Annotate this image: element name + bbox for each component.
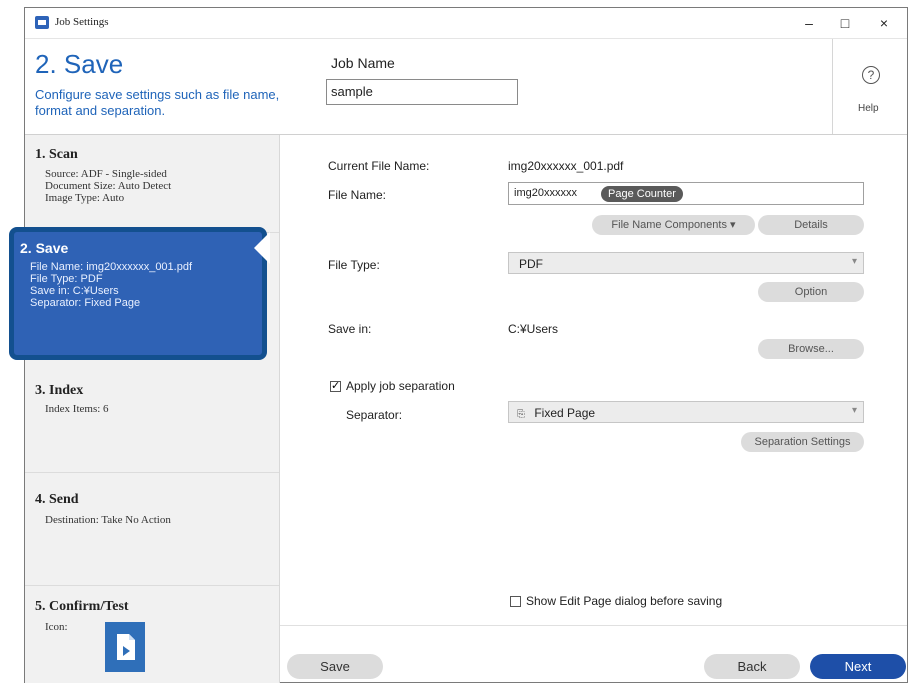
sidebar-item-detail: Separator: Fixed Page <box>30 297 141 309</box>
show-edit-page-checkbox[interactable] <box>510 596 521 607</box>
apply-job-separation-checkbox[interactable]: ✓ <box>330 381 341 392</box>
back-button[interactable]: Back <box>704 654 800 679</box>
checkmark-icon: ✓ <box>331 380 341 392</box>
sidebar-item-send[interactable]: 4. Send Destination: Take No Action <box>25 474 279 586</box>
save-in-label: Save in: <box>328 322 372 336</box>
separator-label: Separator: <box>346 408 403 422</box>
help-label[interactable]: Help <box>858 103 879 114</box>
sidebar-item-scan[interactable]: 1. Scan Source: ADF - Single-sided Docum… <box>25 135 279 233</box>
sidebar-item-confirm-test[interactable]: 5. Confirm/Test Icon: <box>25 587 279 683</box>
page-counter-token[interactable]: Page Counter <box>601 186 683 202</box>
sidebar-item-detail: Index Items: 6 <box>45 403 109 415</box>
sidebar-item-title: 3. Index <box>35 383 84 398</box>
sidebar-item-detail: File Name: img20xxxxxx_001.pdf <box>30 261 193 273</box>
file-type-value: PDF <box>519 257 543 271</box>
window-title: Job Settings <box>55 16 109 28</box>
browse-button[interactable]: Browse... <box>758 339 864 359</box>
separation-settings-button[interactable]: Separation Settings <box>741 432 864 452</box>
step-title: 2. Save <box>35 49 124 79</box>
option-button[interactable]: Option <box>758 282 864 302</box>
job-settings-window: Job Settings – □ × 2. Save Configure sav… <box>9 7 908 683</box>
job-name-label: Job Name <box>331 55 395 71</box>
active-step-notch <box>254 232 270 264</box>
chevron-down-icon: ▾ <box>851 256 857 267</box>
details-button[interactable]: Details <box>758 215 864 235</box>
file-type-label: File Type: <box>328 258 380 272</box>
chevron-down-icon: ▾ <box>851 405 857 416</box>
file-name-input[interactable]: img20xxxxxx Page Counter <box>508 182 864 205</box>
sidebar-item-detail: Save in: C:¥Users <box>30 285 119 297</box>
fixed-page-icon: ⎘ <box>517 409 525 420</box>
sidebar-item-title: 4. Send <box>35 492 79 507</box>
sidebar-item-detail: Source: ADF - Single-sided <box>45 168 167 180</box>
save-settings-panel: Current File Name: img20xxxxxx_001.pdf F… <box>280 135 907 683</box>
minimize-button[interactable]: – <box>795 12 823 34</box>
save-button[interactable]: Save <box>287 654 383 679</box>
steps-sidebar: 1. Scan Source: ADF - Single-sided Docum… <box>25 135 280 683</box>
title-bar: Job Settings – □ × <box>25 8 907 39</box>
maximize-button[interactable]: □ <box>831 12 859 34</box>
job-icon <box>105 622 145 672</box>
file-name-components-button[interactable]: File Name Components ▾ <box>592 215 755 235</box>
separator-select[interactable]: ⎘ Fixed Page ▾ <box>508 401 864 423</box>
sidebar-item-detail: File Type: PDF <box>30 273 103 285</box>
sidebar-item-detail: Document Size: Auto Detect <box>45 180 172 192</box>
apply-job-separation-label[interactable]: Apply job separation <box>346 379 455 393</box>
help-divider <box>832 39 833 134</box>
sidebar-item-detail: Destination: Take No Action <box>45 514 171 526</box>
current-file-name-value: img20xxxxxx_001.pdf <box>508 159 624 173</box>
sidebar-item-detail: Image Type: Auto <box>45 192 125 204</box>
close-button[interactable]: × <box>870 12 898 34</box>
next-button[interactable]: Next <box>810 654 906 679</box>
footer-divider <box>280 625 907 626</box>
separator-value: Fixed Page <box>534 406 596 420</box>
document-play-icon <box>117 634 135 660</box>
sidebar-item-save[interactable]: 2. Save File Name: img20xxxxxx_001.pdf F… <box>9 227 270 360</box>
step-header: 2. Save Configure save settings such as … <box>25 39 907 135</box>
file-name-text: img20xxxxxx <box>514 187 577 199</box>
sidebar-item-title: 5. Confirm/Test <box>35 599 129 614</box>
sidebar-item-title: 1. Scan <box>35 147 78 162</box>
file-type-select[interactable]: PDF ▾ <box>508 252 864 274</box>
file-name-label: File Name: <box>328 188 387 202</box>
step-description: Configure save settings such as file nam… <box>35 87 280 118</box>
help-icon[interactable]: ? <box>862 66 880 84</box>
app-icon <box>35 16 49 29</box>
job-name-input[interactable]: sample <box>326 79 518 105</box>
show-edit-page-label[interactable]: Show Edit Page dialog before saving <box>526 594 722 608</box>
save-in-value: C:¥Users <box>508 322 559 336</box>
current-file-name-label: Current File Name: <box>328 159 430 173</box>
sidebar-item-title: 2. Save <box>20 240 69 256</box>
sidebar-item-detail: Icon: <box>45 621 68 633</box>
sidebar-item-index[interactable]: 3. Index Index Items: 6 <box>25 365 279 473</box>
